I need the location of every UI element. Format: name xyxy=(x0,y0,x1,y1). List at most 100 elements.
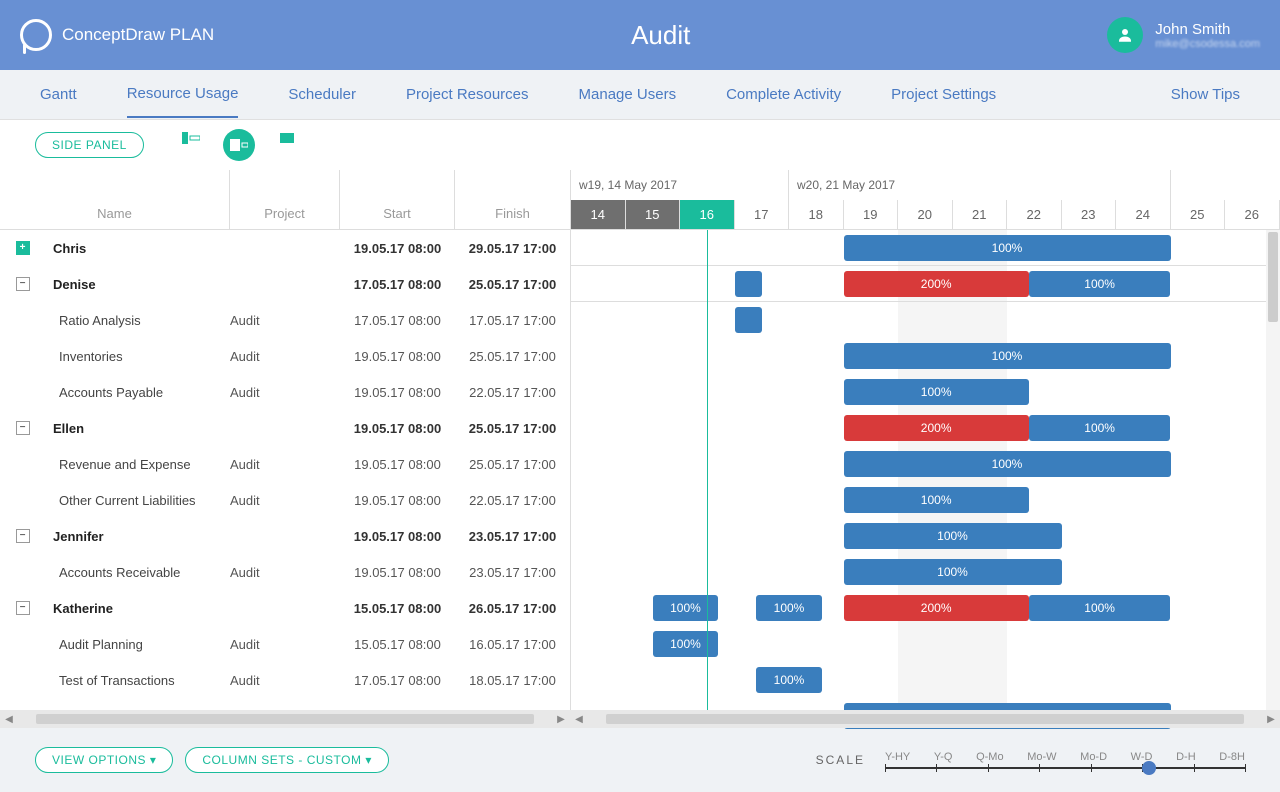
col-finish[interactable]: Finish xyxy=(455,170,570,229)
row-name: Accounts Receivable xyxy=(45,565,230,580)
row-project: Audit xyxy=(230,457,340,472)
usage-bar[interactable]: 100% xyxy=(756,595,821,621)
row-finish: 23.05.17 17:00 xyxy=(455,529,570,544)
usage-bar[interactable]: 100% xyxy=(844,235,1171,261)
row-finish: 23.05.17 17:00 xyxy=(455,565,570,580)
usage-bar[interactable]: 100% xyxy=(1029,271,1171,297)
timeline-hscroll[interactable]: ◀▶ xyxy=(570,710,1280,728)
row-finish: 22.05.17 17:00 xyxy=(455,493,570,508)
collapse-icon[interactable]: − xyxy=(16,421,30,435)
timeline-row: 100% xyxy=(571,518,1280,554)
row-name: Chris xyxy=(45,241,230,256)
day-header[interactable]: 14 xyxy=(571,200,626,230)
usage-bar[interactable] xyxy=(735,307,762,333)
col-name[interactable]: Name xyxy=(0,170,230,229)
tab-show-tips[interactable]: Show Tips xyxy=(1171,72,1240,117)
collapse-icon[interactable]: − xyxy=(16,601,30,615)
row-finish: 26.05.17 17:00 xyxy=(455,601,570,616)
tab-complete-activity[interactable]: Complete Activity xyxy=(726,72,841,117)
scale-label: SCALE xyxy=(816,753,865,767)
usage-bar[interactable]: 200% xyxy=(844,595,1029,621)
task-row[interactable]: Ratio AnalysisAudit17.05.17 08:0017.05.1… xyxy=(0,302,570,338)
tab-gantt[interactable]: Gantt xyxy=(40,72,77,117)
day-header[interactable]: 19 xyxy=(844,200,899,230)
day-header[interactable]: 21 xyxy=(953,200,1008,230)
timeline-header: w19, 14 May 2017w20, 21 May 2017 1415161… xyxy=(571,170,1280,230)
collapse-icon[interactable]: − xyxy=(16,277,30,291)
usage-bar[interactable]: 100% xyxy=(756,667,821,693)
usage-bar[interactable]: 200% xyxy=(844,415,1029,441)
usage-bar[interactable]: 100% xyxy=(844,559,1062,585)
week-header: w20, 21 May 2017 xyxy=(789,170,1171,200)
column-sets-button[interactable]: COLUMN SETS - CUSTOM ▾ xyxy=(185,747,388,773)
task-row[interactable]: Accounts ReceivableAudit19.05.17 08:0023… xyxy=(0,554,570,590)
tab-project-resources[interactable]: Project Resources xyxy=(406,72,529,117)
usage-bar[interactable]: 100% xyxy=(1029,415,1171,441)
usage-bar[interactable]: 100% xyxy=(844,487,1029,513)
usage-bar[interactable]: 100% xyxy=(844,523,1062,549)
day-header[interactable]: 24 xyxy=(1116,200,1171,230)
tab-project-settings[interactable]: Project Settings xyxy=(891,72,996,117)
vertical-scrollbar[interactable] xyxy=(1266,230,1280,710)
user-info: John Smith mike@csodessa.com xyxy=(1155,21,1260,50)
day-header[interactable]: 23 xyxy=(1062,200,1117,230)
usage-bar[interactable]: 100% xyxy=(653,631,718,657)
resource-row[interactable]: +Chris19.05.17 08:0029.05.17 17:00 xyxy=(0,230,570,266)
resource-row[interactable]: −Jennifer19.05.17 08:0023.05.17 17:00 xyxy=(0,518,570,554)
day-header[interactable]: 17 xyxy=(735,200,790,230)
usage-bar[interactable] xyxy=(735,271,762,297)
timeline-body[interactable]: 100%200%100%100%100%200%100%100%100%100%… xyxy=(571,230,1280,710)
scale-label-item: Mo-D xyxy=(1080,751,1107,763)
day-header[interactable]: 26 xyxy=(1225,200,1280,230)
timeline-row xyxy=(571,302,1280,338)
view-mode-2-icon[interactable] xyxy=(223,129,255,161)
row-finish: 25.05.17 17:00 xyxy=(455,349,570,364)
row-name: Accounts Payable xyxy=(45,385,230,400)
view-mode-3-icon[interactable] xyxy=(275,129,299,147)
scale-slider[interactable]: Y-HYY-QQ-MoMo-WMo-DW-DD-HD-8H xyxy=(885,751,1245,769)
collapse-icon[interactable]: − xyxy=(16,529,30,543)
task-row[interactable]: Test of TransactionsAudit17.05.17 08:001… xyxy=(0,662,570,698)
usage-bar[interactable]: 100% xyxy=(653,595,718,621)
tab-manage-users[interactable]: Manage Users xyxy=(579,72,677,117)
row-start: 17.05.17 08:00 xyxy=(340,673,455,688)
col-project[interactable]: Project xyxy=(230,170,340,229)
day-header[interactable]: 15 xyxy=(626,200,681,230)
grid-hscroll[interactable]: ◀▶ xyxy=(0,710,570,728)
resource-row[interactable]: −Ellen19.05.17 08:0025.05.17 17:00 xyxy=(0,410,570,446)
resource-row[interactable]: −Katherine15.05.17 08:0026.05.17 17:00 xyxy=(0,590,570,626)
view-mode-1-icon[interactable] xyxy=(179,129,203,147)
timeline-row: 100%100%200%100% xyxy=(571,590,1280,626)
timeline-row: 100% xyxy=(571,554,1280,590)
usage-bar[interactable]: 200% xyxy=(844,271,1029,297)
task-row[interactable]: Audit PlanningAudit15.05.17 08:0016.05.1… xyxy=(0,626,570,662)
scale-thumb[interactable] xyxy=(1142,761,1156,775)
day-header[interactable]: 25 xyxy=(1171,200,1226,230)
usage-bar[interactable]: 100% xyxy=(844,343,1171,369)
side-panel-button[interactable]: SIDE PANEL xyxy=(35,132,144,158)
row-finish: 25.05.17 17:00 xyxy=(455,457,570,472)
task-row[interactable]: Revenue and ExpenseAudit19.05.17 08:0025… xyxy=(0,698,570,710)
day-header[interactable]: 20 xyxy=(898,200,953,230)
task-row[interactable]: InventoriesAudit19.05.17 08:0025.05.17 1… xyxy=(0,338,570,374)
usage-bar[interactable]: 100% xyxy=(844,451,1171,477)
timeline-row: 100% xyxy=(571,626,1280,662)
user-area[interactable]: John Smith mike@csodessa.com xyxy=(1107,17,1260,53)
main-tabs: Gantt Resource Usage Scheduler Project Reso… xyxy=(0,70,1280,120)
row-finish: 22.05.17 17:00 xyxy=(455,385,570,400)
usage-bar[interactable]: 100% xyxy=(1029,595,1171,621)
tab-resource-usage[interactable]: Resource Usage xyxy=(127,71,239,118)
task-row[interactable]: Revenue and ExpenseAudit19.05.17 08:0025… xyxy=(0,446,570,482)
task-row[interactable]: Accounts PayableAudit19.05.17 08:0022.05… xyxy=(0,374,570,410)
task-row[interactable]: Other Current LiabilitiesAudit19.05.17 0… xyxy=(0,482,570,518)
day-header[interactable]: 22 xyxy=(1007,200,1062,230)
view-options-button[interactable]: VIEW OPTIONS ▾ xyxy=(35,747,173,773)
tab-scheduler[interactable]: Scheduler xyxy=(288,72,356,117)
resource-row[interactable]: −Denise17.05.17 08:0025.05.17 17:00 xyxy=(0,266,570,302)
day-header[interactable]: 16 xyxy=(680,200,735,230)
scale-label-item: D-H xyxy=(1176,751,1196,763)
expand-icon[interactable]: + xyxy=(16,241,30,255)
col-start[interactable]: Start xyxy=(340,170,455,229)
usage-bar[interactable]: 100% xyxy=(844,379,1029,405)
day-header[interactable]: 18 xyxy=(789,200,844,230)
